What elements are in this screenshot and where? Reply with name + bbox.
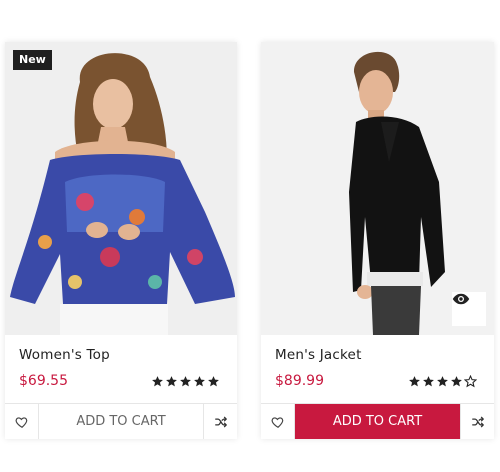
quick-view-button[interactable] — [452, 292, 486, 326]
product-name[interactable]: Men's Jacket — [275, 347, 362, 363]
product-price: $69.55 — [19, 373, 68, 389]
new-badge: New — [13, 50, 52, 70]
shuffle-icon — [214, 416, 227, 427]
star-filled-icon — [423, 376, 434, 387]
product-price: $89.99 — [275, 373, 324, 389]
add-to-cart-button[interactable]: ADD TO CART — [295, 404, 460, 439]
shuffle-icon — [471, 416, 484, 427]
product-actions: ADD TO CART — [261, 403, 494, 439]
heart-icon — [271, 416, 283, 428]
product-card[interactable]: Men's Jacket $89.99 ADD TO CART — [261, 42, 494, 439]
heart-icon — [15, 416, 27, 428]
star-filled-icon — [166, 376, 177, 387]
product-photo — [5, 42, 237, 335]
star-empty-icon — [464, 375, 477, 388]
star-filled-icon — [409, 376, 420, 387]
product-card[interactable]: New Women's Top $69.55 ADD TO CART — [5, 42, 237, 439]
star-filled-icon — [208, 376, 219, 387]
eye-icon — [452, 293, 470, 305]
product-info: Men's Jacket $89.99 — [261, 335, 494, 403]
product-info: Women's Top $69.55 — [5, 335, 237, 403]
rating-stars — [151, 375, 220, 388]
star-filled-icon — [437, 376, 448, 387]
wishlist-button[interactable] — [5, 404, 39, 439]
rating-stars — [408, 375, 477, 388]
product-image[interactable] — [261, 42, 494, 335]
star-filled-icon — [194, 376, 205, 387]
product-actions: ADD TO CART — [5, 403, 237, 439]
compare-button[interactable] — [203, 404, 237, 439]
wishlist-button[interactable] — [261, 404, 295, 439]
star-filled-icon — [180, 376, 191, 387]
product-image[interactable]: New — [5, 42, 237, 335]
product-name[interactable]: Women's Top — [19, 347, 110, 363]
compare-button[interactable] — [460, 404, 494, 439]
star-filled-icon — [451, 376, 462, 387]
star-filled-icon — [152, 376, 163, 387]
add-to-cart-button[interactable]: ADD TO CART — [39, 404, 203, 439]
